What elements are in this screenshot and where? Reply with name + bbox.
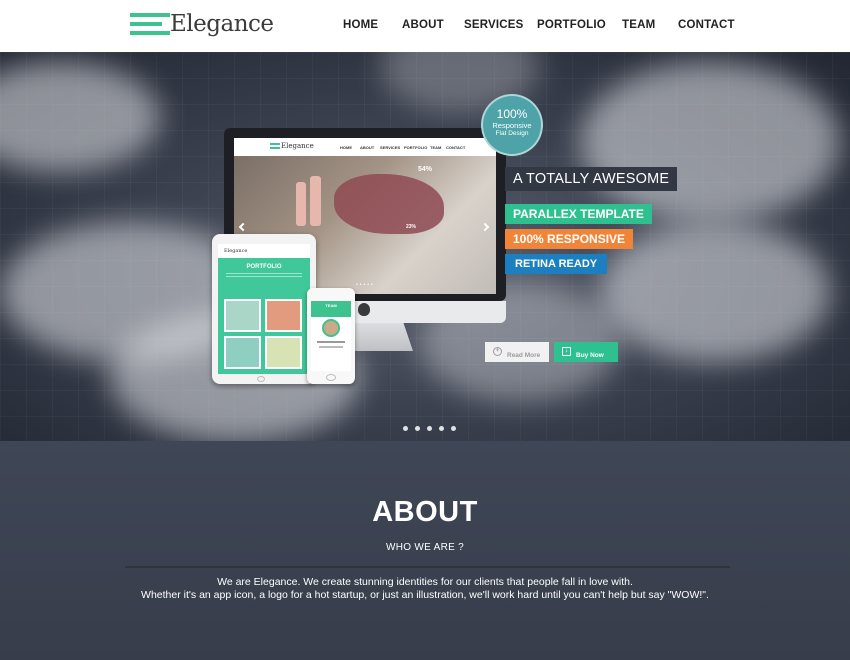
monitor-stand — [345, 323, 413, 351]
top-navbar: Elegance HOME ABOUT SERVICES PORTFOLIO T… — [0, 0, 850, 52]
monitor-nav: Elegance HOME ABOUT SERVICES PORTFOLIO T… — [234, 138, 496, 156]
monitor-menu-item: HOME — [340, 145, 352, 150]
monitor-menu-item: SERVICES — [380, 145, 401, 150]
about-line-2: Whether it's an app icon, a logo for a h… — [141, 589, 709, 601]
responsive-badge: 100% Responsive Flat Design — [481, 94, 543, 156]
divider — [125, 566, 730, 568]
portfolio-thumb — [265, 336, 302, 369]
cloud — [580, 62, 840, 222]
nav-about[interactable]: ABOUT — [402, 19, 444, 31]
avatar — [322, 319, 340, 337]
phone-section-title: TEAM — [311, 301, 351, 317]
person-figure — [296, 182, 306, 226]
slide-dot[interactable] — [427, 426, 432, 431]
slide-dot[interactable] — [415, 426, 420, 431]
hero-tagline: A TOTALLY AWESOME — [505, 167, 678, 191]
home-button-icon — [257, 376, 265, 382]
badge-percent: 100% — [496, 107, 528, 121]
slide-dot[interactable] — [451, 426, 456, 431]
label-retina: RETINA READY — [505, 254, 608, 274]
portfolio-grid — [224, 299, 304, 371]
about-description: We are Elegance. We create stunning iden… — [0, 576, 850, 602]
read-more-label: Read More — [507, 351, 541, 359]
badge-line2: Flat Design — [495, 130, 529, 137]
tablet-screen: Elegance PORTFOLIO — [218, 244, 310, 374]
buy-now-label: Buy Now — [576, 351, 604, 359]
cloud — [600, 222, 830, 362]
world-map-graphic — [334, 174, 444, 234]
about-line-1: We are Elegance. We create stunning iden… — [217, 576, 633, 588]
nav-home[interactable]: HOME — [343, 19, 378, 31]
nav-services[interactable]: SERVICES — [464, 19, 524, 31]
plus-circle-icon: + — [493, 347, 502, 356]
monitor-menu-item: TEAM — [430, 145, 442, 150]
nav-team[interactable]: TEAM — [622, 19, 655, 31]
tablet-logo: Elegance — [218, 244, 310, 258]
slide-dot[interactable] — [403, 426, 408, 431]
monitor-logo: Elegance — [281, 142, 314, 150]
apple-logo-icon — [358, 303, 370, 316]
tablet-section-title: PORTFOLIO — [246, 264, 282, 270]
monitor-pager: ••••• — [356, 282, 375, 288]
buy-now-button[interactable]: ↓ Buy Now — [554, 342, 618, 362]
monitor-stat-a: 54% — [418, 166, 433, 173]
portfolio-thumb — [224, 336, 261, 369]
nav-contact[interactable]: CONTACT — [678, 19, 735, 31]
download-icon: ↓ — [562, 347, 571, 356]
label-responsive: 100% RESPONSIVE — [505, 229, 634, 249]
about-section: ABOUT WHO WE ARE ? We are Elegance. We c… — [0, 441, 850, 660]
phone-mockup: TEAM — [307, 288, 355, 384]
label-parallax: PARALLEX TEMPLATE — [505, 204, 652, 224]
tablet-mockup: Elegance PORTFOLIO — [212, 234, 316, 384]
slide-next-icon — [480, 222, 490, 232]
monitor-menu-item: PORTFOLIO — [404, 145, 428, 150]
slide-prev-icon — [238, 222, 248, 232]
badge-line1: Responsive — [492, 121, 532, 130]
main-menu: HOME ABOUT SERVICES PORTFOLIO TEAM CONTA… — [0, 19, 850, 35]
hero-slider: Elegance HOME ABOUT SERVICES PORTFOLIO T… — [0, 52, 850, 441]
phone-screen: TEAM — [311, 301, 351, 371]
monitor-menu-item: CONTACT — [446, 145, 466, 150]
person-figure — [310, 176, 321, 226]
home-button-icon — [326, 374, 336, 381]
portfolio-thumb — [224, 299, 261, 332]
read-more-button[interactable]: + Read More — [485, 342, 549, 362]
about-title: ABOUT — [372, 496, 478, 528]
portfolio-thumb — [265, 299, 302, 332]
about-subtitle: WHO WE ARE ? — [385, 542, 465, 553]
monitor-stat-b: 23% — [406, 224, 417, 230]
slide-dot[interactable] — [439, 426, 444, 431]
nav-portfolio[interactable]: PORTFOLIO — [537, 19, 606, 31]
monitor-menu-item: ABOUT — [360, 145, 375, 150]
